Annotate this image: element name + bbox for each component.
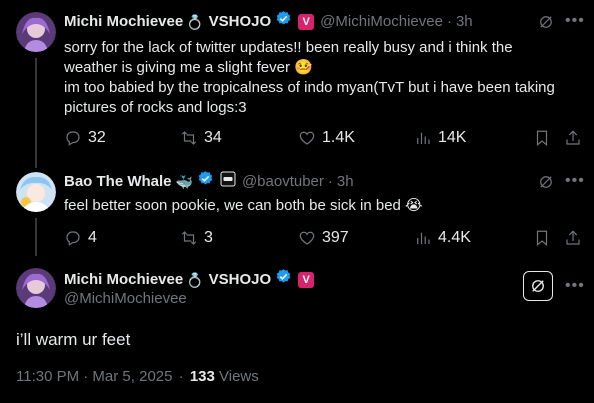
like-count: 397	[322, 229, 349, 246]
more-options-icon[interactable]: •••	[565, 173, 585, 189]
views-count: 4.4K	[438, 229, 471, 246]
share-icon[interactable]	[563, 228, 583, 248]
retweet-count: 3	[204, 229, 213, 246]
retweet-button[interactable]: 3	[180, 228, 213, 248]
timestamp[interactable]: 3h	[337, 172, 354, 192]
thread-line	[35, 218, 37, 256]
tweet-line: weather is giving me a slight fever 🤒	[64, 59, 313, 76]
views-label: Views	[219, 368, 259, 385]
timestamp[interactable]: 3h	[456, 12, 473, 32]
org-name[interactable]: VSHOJO	[209, 12, 272, 32]
views-button[interactable]: 4.4K	[414, 228, 471, 248]
like-button[interactable]: 397	[298, 228, 349, 248]
verified-badge-icon	[275, 10, 292, 33]
share-icon[interactable]	[563, 128, 583, 148]
tweet-line: im too babied by the tropicalness of ind…	[64, 79, 555, 96]
tweet-text: i’ll warm ur feet	[16, 330, 131, 349]
ring-emoji: 💍	[186, 13, 204, 30]
heart-icon	[299, 231, 315, 245]
vshojo-badge-icon: V	[298, 13, 315, 30]
separator-dot: ·	[446, 12, 452, 30]
avatar[interactable]	[16, 268, 56, 308]
ring-emoji: 💍	[186, 271, 204, 288]
retweet-icon	[181, 131, 197, 145]
avatar[interactable]	[16, 172, 56, 212]
reply-button[interactable]: 4	[64, 228, 97, 248]
display-name[interactable]: Bao The Whale	[64, 172, 172, 192]
display-name[interactable]: Michi Mochievee	[64, 12, 183, 32]
more-options-icon[interactable]: •••	[565, 278, 585, 294]
reply-button[interactable]: 32	[64, 128, 106, 148]
tweet-text: sorry for the lack of twitter updates!! …	[64, 38, 574, 118]
tweet-header: Michi Mochievee 💍 VSHOJO V @MichiMochiev…	[64, 10, 473, 33]
views-icon	[417, 232, 430, 244]
avatar[interactable]	[16, 12, 56, 52]
reply-count: 32	[88, 129, 106, 146]
handle[interactable]: @baovtuber	[242, 172, 324, 192]
grok-icon[interactable]	[536, 172, 556, 192]
tweet-header: Michi Mochievee 💍 VSHOJO V	[64, 268, 315, 291]
tweet-michi-focused: Michi Mochievee 💍 VSHOJO V @MichiMochiev…	[0, 256, 594, 403]
grok-icon[interactable]	[536, 12, 556, 32]
heart-icon	[299, 131, 315, 145]
tweet-text: feel better soon pookie, we can both be …	[64, 197, 423, 214]
handle[interactable]: @MichiMochievee	[320, 12, 443, 32]
reply-icon	[66, 231, 80, 246]
tweet-bao[interactable]: Bao The Whale 🐳 @baovtuber · 3h ••• feel…	[0, 160, 594, 256]
tweet-line: sorry for the lack of twitter updates!! …	[64, 39, 513, 56]
retweet-icon	[181, 231, 197, 245]
views-button[interactable]: 14K	[414, 128, 466, 148]
thread-line	[35, 58, 37, 168]
separator-dot: ·	[178, 368, 184, 385]
verified-badge-icon	[197, 170, 214, 193]
vshojo-badge-icon: V	[298, 271, 315, 288]
handle[interactable]: @MichiMochievee	[64, 290, 187, 307]
separator-dot: ·	[327, 172, 333, 190]
like-button[interactable]: 1.4K	[298, 128, 355, 148]
post-timestamp[interactable]: 11:30 PM · Mar 5, 2025	[16, 368, 172, 385]
retweet-button[interactable]: 34	[180, 128, 222, 148]
affiliate-badge-icon	[220, 171, 236, 193]
tweet-line: pictures of rocks and logs:3	[64, 99, 247, 116]
bookmark-icon[interactable]	[532, 228, 552, 248]
display-name[interactable]: Michi Mochievee	[64, 270, 183, 290]
grok-icon[interactable]	[523, 271, 553, 301]
tweet-michi-1[interactable]: Michi Mochievee 💍 VSHOJO V @MichiMochiev…	[0, 0, 594, 168]
views-count: 14K	[438, 129, 467, 146]
reply-count: 4	[88, 229, 97, 246]
verified-badge-icon	[275, 268, 292, 291]
tweet-header: Bao The Whale 🐳 @baovtuber · 3h	[64, 170, 354, 193]
more-options-icon[interactable]: •••	[565, 13, 585, 29]
reply-icon	[66, 131, 80, 146]
views-icon	[417, 132, 430, 144]
whale-emoji: 🐳	[175, 173, 193, 190]
bookmark-icon[interactable]	[532, 128, 552, 148]
like-count: 1.4K	[322, 129, 355, 146]
org-name[interactable]: VSHOJO	[209, 270, 272, 290]
tweet-meta: 11:30 PM · Mar 5, 2025 · 133 Views	[16, 368, 259, 385]
views-count: 133	[189, 368, 215, 385]
retweet-count: 34	[204, 129, 222, 146]
